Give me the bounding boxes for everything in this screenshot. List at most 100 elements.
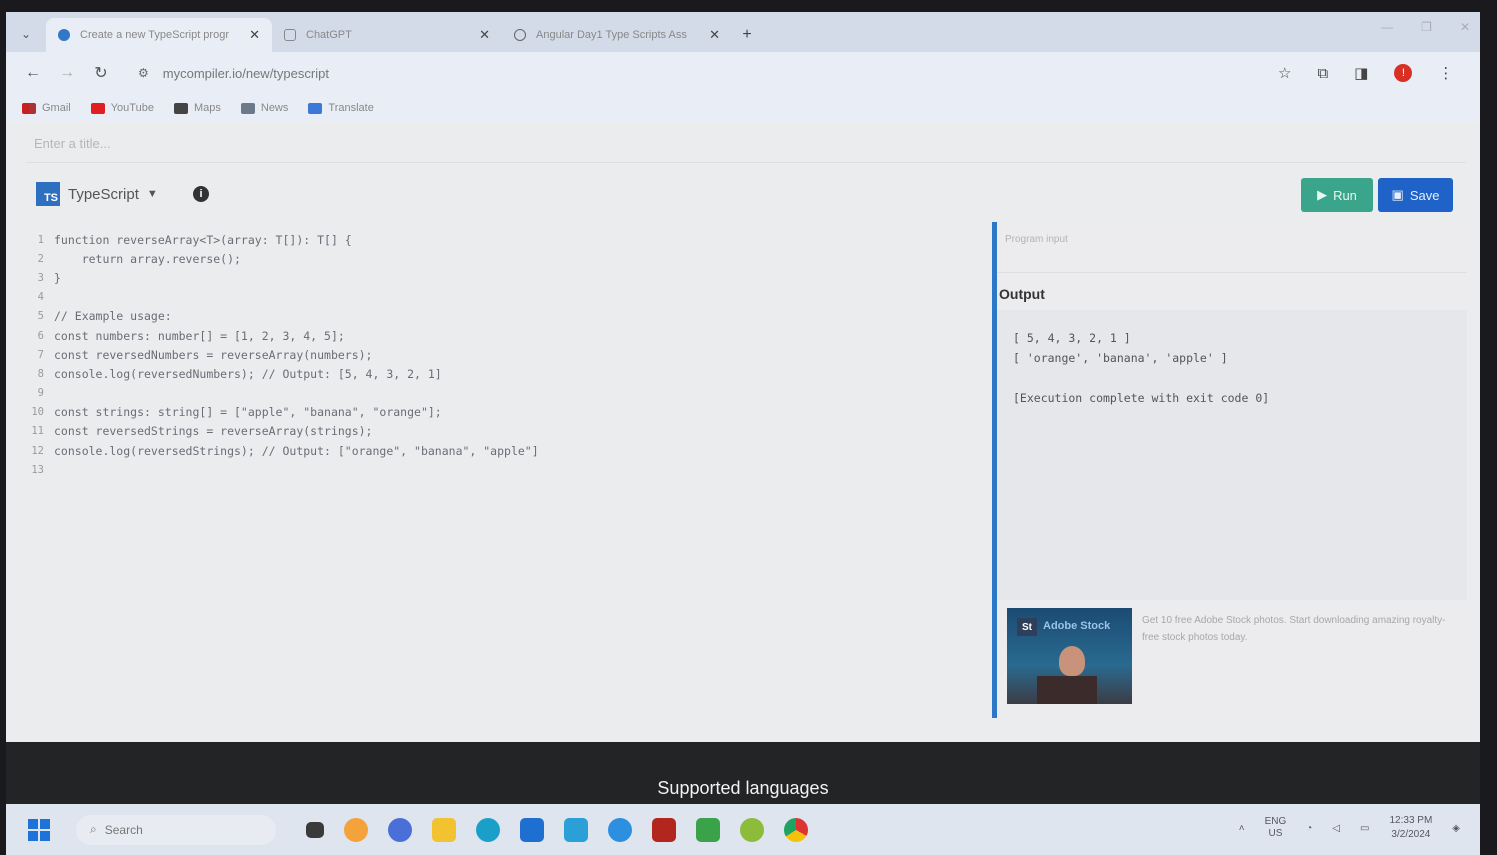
volume-icon[interactable]: ◁ (1332, 823, 1340, 834)
close-window-icon[interactable]: ✕ (1460, 20, 1470, 34)
app-icon[interactable] (608, 817, 632, 842)
maps-icon (173, 102, 188, 114)
tab-chatgpt[interactable]: ChatGPT ✕ (272, 18, 502, 52)
lang-top: ENG (1264, 816, 1287, 827)
ad-badge: St (1017, 618, 1037, 636)
advertisement[interactable]: St Adobe Stock Get 10 free Adobe Stock p… (1007, 608, 1462, 708)
profile-avatar-icon[interactable]: ! (1394, 64, 1413, 82)
code-line[interactable]: 1 function reverseArray<T>(array: T[]): T… (26, 230, 986, 249)
play-icon: ▶ (1317, 187, 1328, 202)
info-icon[interactable]: i (193, 186, 209, 202)
app-icon[interactable] (696, 817, 720, 842)
bookmark-star-icon[interactable]: ☆ (1278, 64, 1291, 82)
output-title: Output (999, 286, 1045, 302)
title-input[interactable] (34, 130, 634, 156)
menu-kebab-icon[interactable]: ⋮ (1438, 64, 1453, 82)
line-number: 4 (37, 291, 44, 304)
line-number: 5 (37, 310, 44, 323)
code-line[interactable]: 9 (26, 384, 986, 403)
bookmark-label: YouTube (110, 102, 154, 114)
gmail-icon (22, 102, 36, 114)
taskbar-search[interactable]: ⌕ Search (76, 814, 276, 845)
bookmark-gmail[interactable]: Gmail (22, 102, 71, 114)
tab-angular[interactable]: Angular Day1 Type Scripts Ass ✕ (502, 18, 732, 52)
output-text: [ 5, 4, 3, 2, 1 ] [ 'orange', 'banana', … (1013, 331, 1270, 405)
site-settings-icon[interactable]: ⚙ (138, 66, 149, 80)
task-view-icon[interactable] (306, 821, 324, 838)
mcafee-icon[interactable] (652, 817, 676, 842)
tab-title: Create a new TypeScript progr (80, 29, 229, 41)
title-divider (26, 162, 1466, 163)
forward-arrow-icon[interactable]: → (50, 64, 84, 82)
clock-time: 12:33 PM (1389, 815, 1433, 826)
code-editor[interactable]: 1 function reverseArray<T>(array: T[]): T… (26, 230, 986, 730)
lang-bottom: US (1268, 828, 1283, 839)
code-line[interactable]: 4 (26, 288, 986, 307)
tab-title: Angular Day1 Type Scripts Ass (536, 29, 687, 41)
code-text: console.log(reversedStrings); // Output:… (54, 443, 539, 458)
clock[interactable]: 12:33 PM 3/2/2024 (1389, 814, 1432, 842)
code-text: // Example usage: (54, 309, 172, 324)
code-line[interactable]: 13 (26, 460, 986, 479)
wifi-icon[interactable]: ◔ (1306, 823, 1312, 834)
typescript-logo-icon: TS (36, 182, 60, 206)
bookmark-label: Translate (328, 102, 374, 114)
code-text: const strings: string[] = ["apple", "ban… (54, 405, 442, 420)
typescript-favicon-icon (58, 29, 70, 41)
code-line[interactable]: 10 const strings: string[] = ["apple", "b… (26, 403, 986, 422)
new-tab-plus-icon[interactable]: + (732, 18, 762, 52)
tab-search-chevron-icon[interactable]: ⌄ (6, 16, 46, 52)
code-line[interactable]: 8 console.log(reversedNumbers); // Output… (26, 364, 986, 383)
clock-date: 3/2/2024 (1391, 829, 1431, 840)
code-line[interactable]: 3} (26, 268, 986, 287)
restore-icon[interactable]: ❐ (1421, 20, 1432, 34)
output-area: [ 5, 4, 3, 2, 1 ] [ 'orange', 'banana', … (997, 310, 1467, 600)
chat-icon[interactable] (388, 817, 412, 842)
code-text: return array.reverse(); (54, 251, 241, 266)
floppy-disk-icon: ▣ (1391, 187, 1404, 202)
app-icon[interactable] (740, 817, 764, 842)
notification-bell-icon[interactable]: ◈ (1452, 823, 1460, 834)
minimize-icon[interactable]: — (1381, 20, 1393, 34)
close-tab-icon[interactable]: ✕ (709, 27, 720, 43)
bookmark-translate[interactable]: Translate (308, 102, 374, 114)
app-icon[interactable] (564, 817, 588, 842)
code-line[interactable]: 6 const numbers: number[] = [1, 2, 3, 4, … (26, 326, 986, 345)
run-label: Run (1333, 187, 1357, 203)
save-button[interactable]: ▣ Save (1378, 178, 1453, 212)
extensions-puzzle-icon[interactable]: ⧉ (1317, 65, 1328, 82)
widgets-icon[interactable] (344, 817, 368, 842)
back-arrow-icon[interactable]: ← (16, 64, 50, 82)
code-text: const reversedNumbers = reverseArray(num… (54, 347, 373, 362)
close-tab-icon[interactable]: ✕ (479, 27, 490, 43)
search-icon: ⌕ (90, 822, 97, 836)
side-panel-icon[interactable]: ◨ (1354, 64, 1368, 82)
store-icon[interactable] (520, 817, 544, 842)
program-input[interactable]: Program input (1005, 234, 1068, 245)
bookmark-news[interactable]: News (240, 102, 288, 114)
code-line[interactable]: 2 return array.reverse(); (26, 249, 986, 268)
bookmark-label: Maps (193, 102, 221, 114)
battery-icon[interactable]: ▭ (1360, 823, 1369, 834)
code-line[interactable]: 5 // Example usage: (26, 307, 986, 326)
input-language[interactable]: ENG US (1265, 816, 1287, 840)
edge-icon[interactable] (476, 817, 500, 842)
language-select[interactable]: TS TypeScript ▼ (36, 182, 158, 206)
chevron-up-icon[interactable]: ˄ (1239, 823, 1245, 834)
tab-typescript[interactable]: Create a new TypeScript progr ✕ (46, 18, 272, 52)
address-bar[interactable]: ⚙ mycompiler.io/new/typescript (128, 58, 1258, 88)
ad-person-illustration (1059, 646, 1085, 676)
line-number: 11 (31, 425, 44, 438)
reload-icon[interactable]: ↻ (84, 63, 118, 83)
file-explorer-icon[interactable] (432, 817, 456, 842)
run-button[interactable]: ▶ Run (1301, 178, 1373, 212)
browser-tabstrip: ⌄ Create a new TypeScript progr ✕ ChatGP… (6, 12, 1480, 52)
chrome-icon[interactable] (784, 817, 808, 842)
bookmark-youtube[interactable]: YouTube (90, 102, 154, 114)
code-line[interactable]: 12 console.log(reversedStrings); // Outpu… (26, 441, 986, 460)
code-line[interactable]: 11 const reversedStrings = reverseArray(s… (26, 422, 986, 441)
bookmark-maps[interactable]: Maps (173, 102, 221, 114)
windows-start-icon[interactable] (28, 818, 50, 841)
close-tab-icon[interactable]: ✕ (249, 27, 260, 43)
code-line[interactable]: 7 const reversedNumbers = reverseArray(nu… (26, 345, 986, 364)
